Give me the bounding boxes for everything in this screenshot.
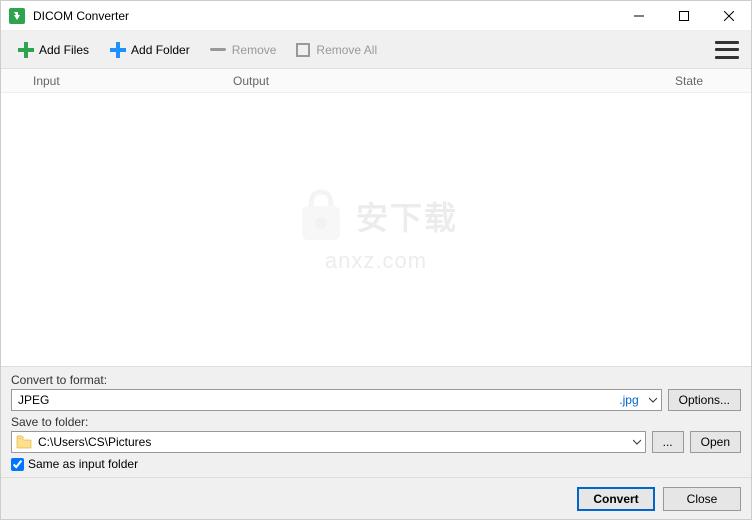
open-button[interactable]: Open: [690, 431, 741, 453]
titlebar: DICOM Converter: [1, 1, 751, 31]
square-icon: [296, 43, 310, 57]
format-dropdown[interactable]: JPEG .jpg: [11, 389, 662, 411]
column-input[interactable]: Input: [33, 74, 233, 88]
options-button[interactable]: Options...: [668, 389, 741, 411]
minimize-button[interactable]: [616, 1, 661, 31]
same-as-input-row: Same as input folder: [11, 457, 741, 471]
folder-icon: [16, 435, 32, 449]
add-folder-button[interactable]: Add Folder: [101, 37, 198, 63]
plus-icon: [17, 41, 35, 59]
convert-format-label: Convert to format:: [11, 373, 741, 387]
minus-icon: [210, 48, 226, 51]
same-as-input-checkbox[interactable]: [11, 458, 24, 471]
watermark: 安下载 anxz.com: [294, 186, 458, 274]
close-app-button[interactable]: Close: [663, 487, 741, 511]
close-button[interactable]: [706, 1, 751, 31]
remove-all-button: Remove All: [288, 39, 385, 61]
settings-panel: Convert to format: JPEG .jpg Options... …: [1, 366, 751, 477]
add-folder-label: Add Folder: [131, 43, 190, 57]
folder-path: C:\Users\CS\Pictures: [38, 435, 151, 449]
chevron-down-icon: [633, 435, 641, 449]
same-as-input-label: Same as input folder: [28, 457, 138, 471]
app-icon: [9, 8, 25, 24]
column-output[interactable]: Output: [233, 74, 675, 88]
folder-dropdown[interactable]: C:\Users\CS\Pictures: [11, 431, 646, 453]
add-files-button[interactable]: Add Files: [9, 37, 97, 63]
window-controls: [616, 1, 751, 31]
chevron-down-icon: [649, 393, 657, 407]
toolbar: Add Files Add Folder Remove Remove All: [1, 31, 751, 69]
remove-all-label: Remove All: [316, 43, 377, 57]
add-files-label: Add Files: [39, 43, 89, 57]
save-folder-label: Save to folder:: [11, 415, 741, 429]
watermark-cn: 安下载: [356, 193, 458, 239]
convert-button[interactable]: Convert: [577, 487, 655, 511]
list-header: Input Output State: [1, 69, 751, 93]
browse-button[interactable]: ...: [652, 431, 684, 453]
watermark-en: anxz.com: [325, 248, 427, 274]
format-ext: .jpg: [619, 393, 638, 407]
column-state[interactable]: State: [675, 74, 735, 88]
footer: Convert Close: [1, 477, 751, 519]
format-name: JPEG: [18, 393, 619, 407]
menu-button[interactable]: [715, 41, 739, 59]
maximize-button[interactable]: [661, 1, 706, 31]
remove-label: Remove: [232, 43, 277, 57]
file-list[interactable]: 安下载 anxz.com: [1, 93, 751, 366]
plus-icon: [109, 41, 127, 59]
window-title: DICOM Converter: [33, 9, 616, 23]
remove-button: Remove: [202, 39, 285, 61]
lock-icon: [294, 186, 348, 246]
